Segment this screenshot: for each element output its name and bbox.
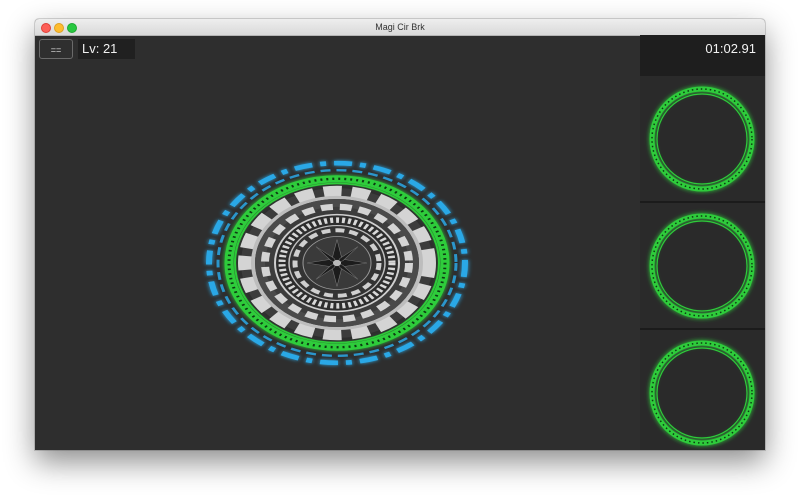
app-window: Magi Cir Brk == Lv: 21 01:02.91 [35,19,765,450]
magic-ring-icon [649,340,755,446]
close-button[interactable] [41,23,51,33]
maximize-button[interactable] [67,23,77,33]
slot-divider [640,201,765,203]
slot-3[interactable] [640,331,765,450]
magic-ring-icon [649,86,755,192]
sidebar: 01:02.91 [640,35,765,450]
magic-ring-icon [649,213,755,319]
title-bar: Magi Cir Brk [35,19,765,36]
window-title: Magi Cir Brk [375,22,425,32]
slot-divider [640,328,765,330]
slot-2[interactable] [640,204,765,329]
slot-1[interactable] [640,77,765,202]
magic-circle[interactable] [35,35,635,450]
minimize-button[interactable] [54,23,64,33]
timer: 01:02.91 [640,35,765,76]
